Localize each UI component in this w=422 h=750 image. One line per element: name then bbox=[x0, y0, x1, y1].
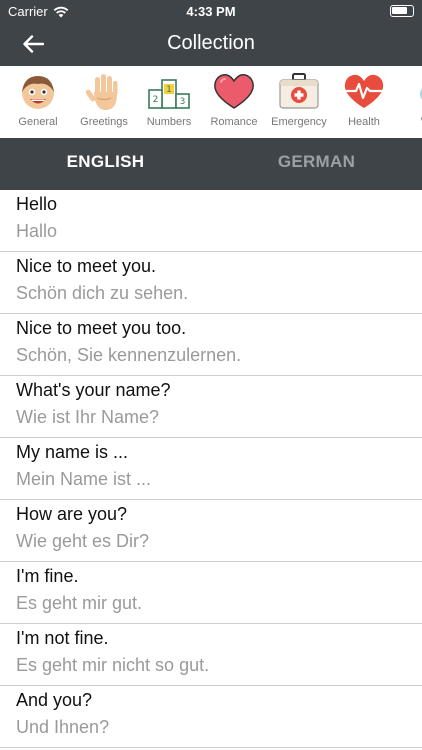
weather-icon bbox=[420, 88, 422, 100]
category-emergency[interactable]: Emergency bbox=[266, 66, 332, 138]
list-item[interactable]: My name is ... Mein Name ist ... bbox=[0, 438, 422, 500]
language-tab-bar: ENGLISH GERMAN bbox=[0, 138, 422, 190]
svg-text:3: 3 bbox=[180, 97, 186, 107]
phrase-english: And you? bbox=[16, 690, 93, 710]
tab-english[interactable]: ENGLISH bbox=[0, 138, 211, 190]
phrase-english: What's your name? bbox=[16, 380, 171, 400]
category-label: Health bbox=[348, 116, 380, 128]
page-title: Collection bbox=[167, 32, 255, 54]
status-time: 4:33 PM bbox=[186, 4, 236, 19]
svg-text:1: 1 bbox=[166, 85, 172, 95]
phrase-german: Es geht mir gut. bbox=[16, 593, 143, 613]
list-item[interactable]: Hello Hallo bbox=[0, 190, 422, 252]
category-health[interactable]: Health bbox=[331, 66, 397, 138]
phrase-german: Mein Name ist ... bbox=[16, 469, 152, 489]
face-icon bbox=[22, 76, 54, 109]
list-item[interactable]: And you? Und Ihnen? bbox=[0, 686, 422, 748]
category-weather[interactable]: We bbox=[396, 66, 422, 138]
category-label: Romance bbox=[210, 116, 258, 128]
category-general[interactable]: General bbox=[5, 66, 71, 138]
heart-icon bbox=[214, 74, 254, 109]
first-aid-icon bbox=[279, 73, 319, 109]
phrase-german: Es geht mir nicht so gut. bbox=[16, 655, 210, 675]
category-label: We bbox=[392, 116, 422, 128]
nav-bar: Collection bbox=[0, 22, 422, 66]
svg-text:2: 2 bbox=[153, 95, 159, 105]
category-label: Greetings bbox=[80, 116, 128, 128]
phrase-english: My name is ... bbox=[16, 442, 129, 462]
phrase-german: Wie ist Ihr Name? bbox=[16, 407, 160, 427]
category-label: General bbox=[18, 116, 58, 128]
list-item[interactable]: What's your name? Wie ist Ihr Name? bbox=[0, 376, 422, 438]
list-item[interactable]: Nice to meet you. Schön dich zu sehen. bbox=[0, 252, 422, 314]
list-item[interactable]: Nice to meet you too. Schön, Sie kennenz… bbox=[0, 314, 422, 376]
list-item[interactable]: I'm not fine. Es geht mir nicht so gut. bbox=[0, 624, 422, 686]
phrase-english: Nice to meet you too. bbox=[16, 318, 187, 338]
phrase-german: Und Ihnen? bbox=[16, 717, 110, 737]
phrase-list: Hello Hallo Nice to meet you. Schön dich… bbox=[0, 190, 422, 748]
phrase-german: Schön dich zu sehen. bbox=[16, 283, 189, 303]
status-bar: Carrier 4:33 PM bbox=[0, 0, 422, 22]
podium-icon: 1 2 3 bbox=[148, 79, 190, 109]
header: Carrier 4:33 PM Collection bbox=[0, 0, 422, 66]
phrase-german: Wie geht es Dir? bbox=[16, 531, 150, 551]
category-strip[interactable]: General Greetings 1 2 3 Numbers Romance … bbox=[0, 66, 422, 138]
category-greetings[interactable]: Greetings bbox=[71, 66, 137, 138]
category-label: Emergency bbox=[271, 116, 327, 128]
phrase-german: Hallo bbox=[16, 221, 58, 241]
phrase-english: I'm fine. bbox=[16, 566, 79, 586]
list-item[interactable]: I'm fine. Es geht mir gut. bbox=[0, 562, 422, 624]
tab-german[interactable]: GERMAN bbox=[211, 138, 422, 190]
category-numbers[interactable]: 1 2 3 Numbers bbox=[136, 66, 202, 138]
phrase-german: Schön, Sie kennenzulernen. bbox=[16, 345, 242, 365]
category-label: Numbers bbox=[146, 116, 192, 128]
phrase-english: Hello bbox=[16, 194, 58, 214]
hand-icon bbox=[85, 74, 118, 110]
category-romance[interactable]: Romance bbox=[201, 66, 267, 138]
heartbeat-icon bbox=[344, 74, 384, 108]
phrase-english: How are you? bbox=[16, 504, 128, 524]
list-item[interactable]: How are you? Wie geht es Dir? bbox=[0, 500, 422, 562]
phrase-english: Nice to meet you. bbox=[16, 256, 157, 276]
phrase-english: I'm not fine. bbox=[16, 628, 109, 648]
battery-icon bbox=[390, 5, 414, 17]
